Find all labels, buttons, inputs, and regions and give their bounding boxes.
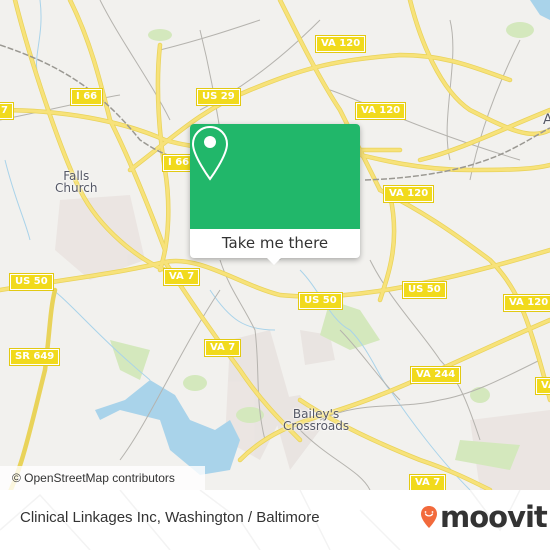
popup-pointer (266, 257, 282, 265)
route-shield: VA 120 (314, 35, 367, 53)
place-label-baileys-crossroads: Bailey's Crossroads (283, 408, 349, 432)
route-shield: US 29 (196, 88, 241, 106)
route-shield: VA (535, 377, 550, 395)
map-attribution[interactable]: © OpenStreetMap contributors (0, 466, 205, 490)
route-shield: VA 244 (409, 366, 462, 384)
map-canvas[interactable]: I 66 US 29 I 66 7 VA 120 VA 120 VA 120 U… (0, 0, 550, 490)
moovit-logo[interactable]: moovit (440, 502, 548, 532)
route-shield: 7 (0, 102, 14, 120)
route-shield: VA 7 (408, 474, 447, 490)
map-pin-icon (191, 125, 229, 181)
place-label-falls-church: Falls Church (55, 170, 97, 194)
route-shield: US 50 (9, 273, 54, 291)
route-shield: VA 120 (354, 102, 407, 120)
route-shield: SR 649 (8, 348, 61, 366)
route-shield: VA 7 (162, 268, 201, 286)
route-shield: I 66 (69, 88, 104, 106)
moovit-pin-icon (421, 506, 437, 528)
route-shield: VA 120 (502, 294, 550, 312)
route-shield: US 50 (402, 281, 447, 299)
place-label-line: Church (55, 181, 98, 195)
route-shield: VA 120 (382, 185, 435, 203)
take-me-there-button[interactable]: Take me there (190, 230, 360, 256)
route-shield: US 50 (298, 292, 343, 310)
place-label-line: Crossroads (283, 419, 350, 433)
place-label-partial: A (543, 112, 550, 128)
popup-header[interactable] (190, 124, 360, 229)
location-popup[interactable]: Take me there (190, 124, 360, 265)
route-shield: VA 7 (203, 339, 242, 357)
place-title: Clinical Linkages Inc, Washington / Balt… (20, 509, 320, 526)
